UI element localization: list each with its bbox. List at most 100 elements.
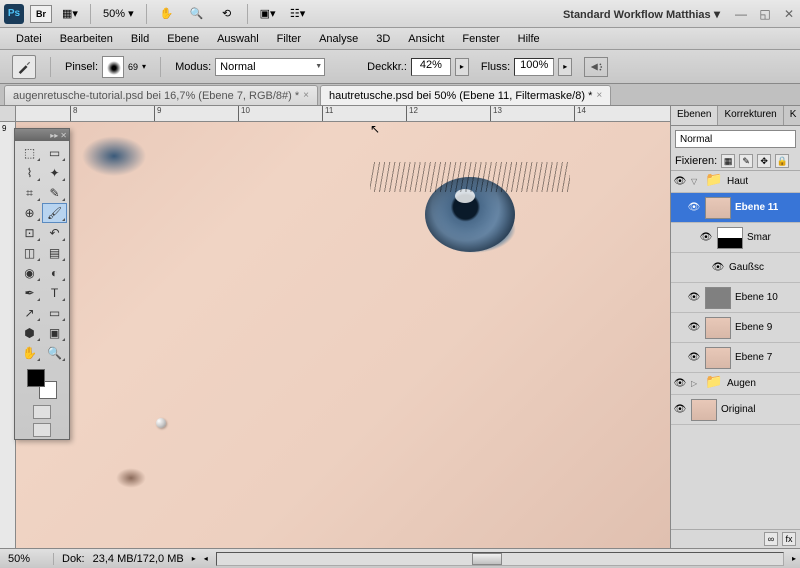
brush-tool-preset-icon[interactable]: [12, 55, 36, 79]
airbrush-toggle-icon[interactable]: [584, 57, 608, 77]
visibility-toggle-icon[interactable]: 👁: [673, 403, 687, 417]
status-zoom[interactable]: 50%: [4, 553, 54, 565]
menu-filter[interactable]: Filter: [269, 31, 309, 47]
layer-row[interactable]: 👁▷📁Augen: [671, 373, 800, 395]
tool-history[interactable]: ↶: [42, 223, 67, 243]
tools-close-icon[interactable]: ✕: [60, 131, 67, 140]
blend-mode-dropdown[interactable]: Normal: [215, 58, 325, 76]
launch-dropdown-icon[interactable]: ▦▾: [58, 4, 82, 24]
layer-row[interactable]: 👁Smar: [671, 223, 800, 253]
visibility-toggle-icon[interactable]: 👁: [699, 231, 713, 245]
document-tab-1[interactable]: hautretusche.psd bei 50% (Ebene 11, Filt…: [320, 85, 611, 105]
opacity-input[interactable]: 42%: [411, 58, 451, 76]
menu-analyse[interactable]: Analyse: [311, 31, 366, 47]
minimize-icon[interactable]: —: [734, 7, 748, 21]
visibility-toggle-icon[interactable]: 👁: [687, 201, 701, 215]
layer-blend-mode-dropdown[interactable]: Normal: [675, 130, 796, 148]
lock-position-icon[interactable]: ✥: [757, 154, 771, 168]
zoom-level[interactable]: 50% ▾: [99, 7, 138, 20]
menu-datei[interactable]: Datei: [8, 31, 50, 47]
scroll-right-icon[interactable]: ▸: [792, 554, 796, 563]
layer-name[interactable]: Gaußsc: [729, 262, 764, 273]
layer-name[interactable]: Ebene 11: [735, 202, 778, 213]
document-canvas[interactable]: [16, 122, 670, 548]
tool-eraser[interactable]: ◫: [17, 243, 42, 263]
layer-thumbnail[interactable]: [705, 287, 731, 309]
menu-ebene[interactable]: Ebene: [159, 31, 207, 47]
restore-icon[interactable]: ◱: [758, 7, 772, 21]
brush-preview[interactable]: [102, 56, 124, 78]
opacity-jog-icon[interactable]: ▸: [455, 58, 469, 76]
tool-eyedrop[interactable]: ✎: [42, 183, 67, 203]
layer-row[interactable]: 👁Ebene 9: [671, 313, 800, 343]
layer-name[interactable]: Augen: [727, 378, 756, 389]
link-layers-icon[interactable]: ∞: [764, 532, 778, 546]
menu-bild[interactable]: Bild: [123, 31, 157, 47]
panel-tab-ebenen[interactable]: Ebenen: [671, 106, 718, 125]
visibility-toggle-icon[interactable]: 👁: [687, 351, 701, 365]
flow-input[interactable]: 100%: [514, 58, 554, 76]
layer-name[interactable]: Ebene 10: [735, 292, 778, 303]
menu-ansicht[interactable]: Ansicht: [400, 31, 452, 47]
layer-name[interactable]: Original: [721, 404, 755, 415]
menu-fenster[interactable]: Fenster: [454, 31, 507, 47]
foreground-color[interactable]: [27, 369, 45, 387]
layer-fx-icon[interactable]: fx: [782, 532, 796, 546]
tool-zoom[interactable]: 🔍: [42, 343, 67, 363]
tool-brush[interactable]: 🖌: [42, 203, 67, 223]
close-icon[interactable]: ✕: [782, 7, 796, 21]
layer-thumbnail[interactable]: [705, 197, 731, 219]
lock-transparency-icon[interactable]: ▦: [721, 154, 735, 168]
menu-3d[interactable]: 3D: [368, 31, 398, 47]
lock-pixels-icon[interactable]: ✎: [739, 154, 753, 168]
menu-bearbeiten[interactable]: Bearbeiten: [52, 31, 121, 47]
expand-icon[interactable]: ▷: [691, 379, 701, 388]
tool-marquee[interactable]: ▭: [42, 143, 67, 163]
tool-move[interactable]: ⬚: [17, 143, 42, 163]
flow-jog-icon[interactable]: ▸: [558, 58, 572, 76]
screenmode-icon[interactable]: [33, 423, 51, 437]
tool-blur[interactable]: ◉: [17, 263, 42, 283]
menu-auswahl[interactable]: Auswahl: [209, 31, 267, 47]
layer-row[interactable]: 👁Gaußsc: [671, 253, 800, 283]
tool-shape[interactable]: ▭: [42, 303, 67, 323]
tool-heal[interactable]: ⊕: [17, 203, 42, 223]
visibility-toggle-icon[interactable]: 👁: [687, 291, 701, 305]
layer-row[interactable]: 👁 Ebene 11: [671, 193, 800, 223]
horizontal-scrollbar[interactable]: [216, 552, 784, 566]
rotate-view-icon[interactable]: ⟲: [215, 4, 239, 24]
color-swatches[interactable]: [27, 369, 57, 399]
tool-gradient[interactable]: ▤: [42, 243, 67, 263]
layer-row[interactable]: 👁 Original: [671, 395, 800, 425]
layer-thumbnail[interactable]: [691, 399, 717, 421]
panel-tab-k[interactable]: K: [784, 106, 800, 125]
hand-tool-shortcut-icon[interactable]: ✋: [155, 4, 179, 24]
tool-3dcam[interactable]: ▣: [42, 323, 67, 343]
arrange-docs-icon[interactable]: ☷▾: [286, 4, 310, 24]
quickmask-standard-icon[interactable]: [33, 405, 51, 419]
layer-row[interactable]: 👁 Ebene 7: [671, 343, 800, 373]
layer-name[interactable]: Ebene 9: [735, 322, 772, 333]
tool-dodge[interactable]: ◐: [42, 263, 67, 283]
layer-row[interactable]: 👁▽📁Haut: [671, 171, 800, 193]
tool-path[interactable]: ↗: [17, 303, 42, 323]
layer-thumbnail[interactable]: [717, 227, 743, 249]
zoom-tool-shortcut-icon[interactable]: 🔍: [185, 4, 209, 24]
tool-hand[interactable]: ✋: [17, 343, 42, 363]
ruler-origin[interactable]: [0, 106, 16, 122]
lock-all-icon[interactable]: 🔒: [775, 154, 789, 168]
visibility-toggle-icon[interactable]: 👁: [673, 377, 687, 391]
tool-stamp[interactable]: ⊡: [17, 223, 42, 243]
doc-info-dropdown-icon[interactable]: ▸: [192, 554, 196, 563]
menu-hilfe[interactable]: Hilfe: [510, 31, 548, 47]
expand-icon[interactable]: ▽: [691, 177, 701, 186]
layer-name[interactable]: Ebene 7: [735, 352, 772, 363]
layer-thumbnail[interactable]: [705, 317, 731, 339]
document-tab-0[interactable]: augenretusche-tutorial.psd bei 16,7% (Eb…: [4, 85, 318, 105]
doc-info[interactable]: 23,4 MB/172,0 MB: [93, 553, 184, 565]
tool-wand[interactable]: ✦: [42, 163, 67, 183]
tab-close-icon[interactable]: ×: [596, 90, 602, 101]
tool-type[interactable]: T: [42, 283, 67, 303]
panel-tab-korrekturen[interactable]: Korrekturen: [718, 106, 783, 125]
tab-close-icon[interactable]: ×: [303, 90, 309, 101]
